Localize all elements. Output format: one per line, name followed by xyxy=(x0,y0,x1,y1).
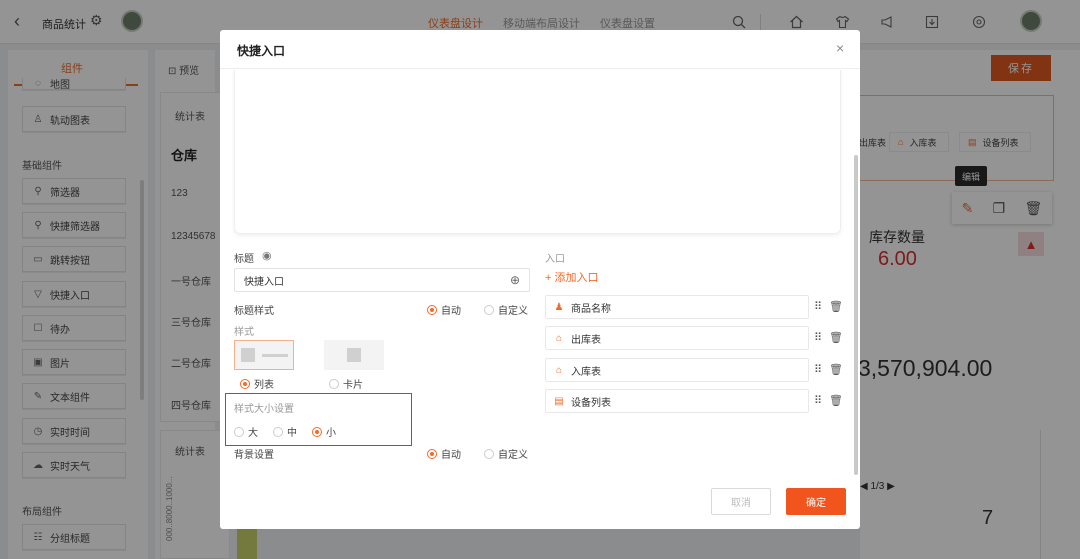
style-card-radio[interactable]: 卡片 xyxy=(329,376,363,391)
entry-item-label: 出库表 xyxy=(571,334,601,346)
trash-icon[interactable]: 🗑 xyxy=(829,394,843,407)
radio-dot xyxy=(484,304,494,315)
dialog-title: 快捷入口 xyxy=(237,44,286,58)
background-custom-radio[interactable]: 自定义 xyxy=(484,446,528,461)
entry-label: 入口 xyxy=(545,254,565,265)
radio-dot xyxy=(427,448,437,459)
radio-label: 自定义 xyxy=(498,450,528,461)
style-list-option[interactable] xyxy=(234,340,294,370)
home-icon: ⌂ xyxy=(555,364,563,376)
drag-handle-icon[interactable]: ⠿ xyxy=(814,300,822,313)
add-entry-button[interactable]: + 添加入口 xyxy=(545,269,598,285)
drag-handle-icon[interactable]: ⠿ xyxy=(814,394,822,407)
quick-entry-dialog: 快捷入口 × 标题 ◉ 快捷入口 ⊕ 标题样式 自动 自定义 样式 列表 卡片 … xyxy=(220,30,860,529)
title-input[interactable]: 快捷入口 xyxy=(234,268,530,292)
trash-icon[interactable]: 🗑 xyxy=(829,363,843,376)
card-thumb xyxy=(347,348,361,362)
radio-label: 自动 xyxy=(441,450,461,461)
entry-item-label: 入库表 xyxy=(571,366,601,378)
title-label: 标题 xyxy=(234,254,254,265)
highlight-box xyxy=(225,393,412,446)
header-divider xyxy=(220,68,860,69)
title-input-value: 快捷入口 xyxy=(244,276,284,288)
radio-dot xyxy=(484,448,494,459)
eye-icon[interactable]: ◉ xyxy=(262,249,272,262)
radio-dot xyxy=(240,378,250,389)
trash-icon[interactable]: 🗑 xyxy=(829,331,843,344)
device-icon: ▤ xyxy=(554,395,564,407)
title-style-auto-radio[interactable]: 自动 xyxy=(427,302,461,317)
drag-handle-icon[interactable]: ⠿ xyxy=(814,331,822,344)
add-entry-label: 添加入口 xyxy=(554,272,599,284)
entry-item[interactable]: ▤ 设备列表 xyxy=(545,389,809,413)
radio-label: 列表 xyxy=(254,380,274,391)
entry-item[interactable]: ⌂ 出库表 xyxy=(545,326,809,350)
preview-area xyxy=(234,70,841,234)
radio-label: 自动 xyxy=(441,306,461,317)
confirm-button[interactable]: 确定 xyxy=(786,488,846,515)
list-thumb xyxy=(241,348,255,362)
entry-item-label: 商品名称 xyxy=(571,303,611,315)
globe-icon[interactable]: ⊕ xyxy=(510,273,520,287)
background-label: 背景设置 xyxy=(234,450,274,461)
drag-handle-icon[interactable]: ⠿ xyxy=(814,363,822,376)
person-icon: ♟ xyxy=(554,301,564,313)
home-icon: ⌂ xyxy=(555,332,563,344)
entry-item[interactable]: ♟ 商品名称 xyxy=(545,295,809,319)
style-list-radio[interactable]: 列表 xyxy=(240,376,274,391)
radio-label: 卡片 xyxy=(343,380,363,391)
entry-item[interactable]: ⌂ 入库表 xyxy=(545,358,809,382)
close-icon[interactable]: × xyxy=(836,40,844,56)
style-card-option[interactable] xyxy=(324,340,384,370)
radio-dot xyxy=(427,304,437,315)
list-line xyxy=(262,353,288,357)
cancel-button[interactable]: 取消 xyxy=(711,488,771,515)
radio-label: 自定义 xyxy=(498,306,528,317)
entry-item-label: 设备列表 xyxy=(571,397,611,409)
radio-dot xyxy=(329,378,339,389)
trash-icon[interactable]: 🗑 xyxy=(829,300,843,313)
scrollbar[interactable] xyxy=(854,155,858,475)
title-style-label: 标题样式 xyxy=(234,306,274,317)
background-auto-radio[interactable]: 自动 xyxy=(427,446,461,461)
title-style-custom-radio[interactable]: 自定义 xyxy=(484,302,528,317)
style-label: 样式 xyxy=(234,327,254,338)
